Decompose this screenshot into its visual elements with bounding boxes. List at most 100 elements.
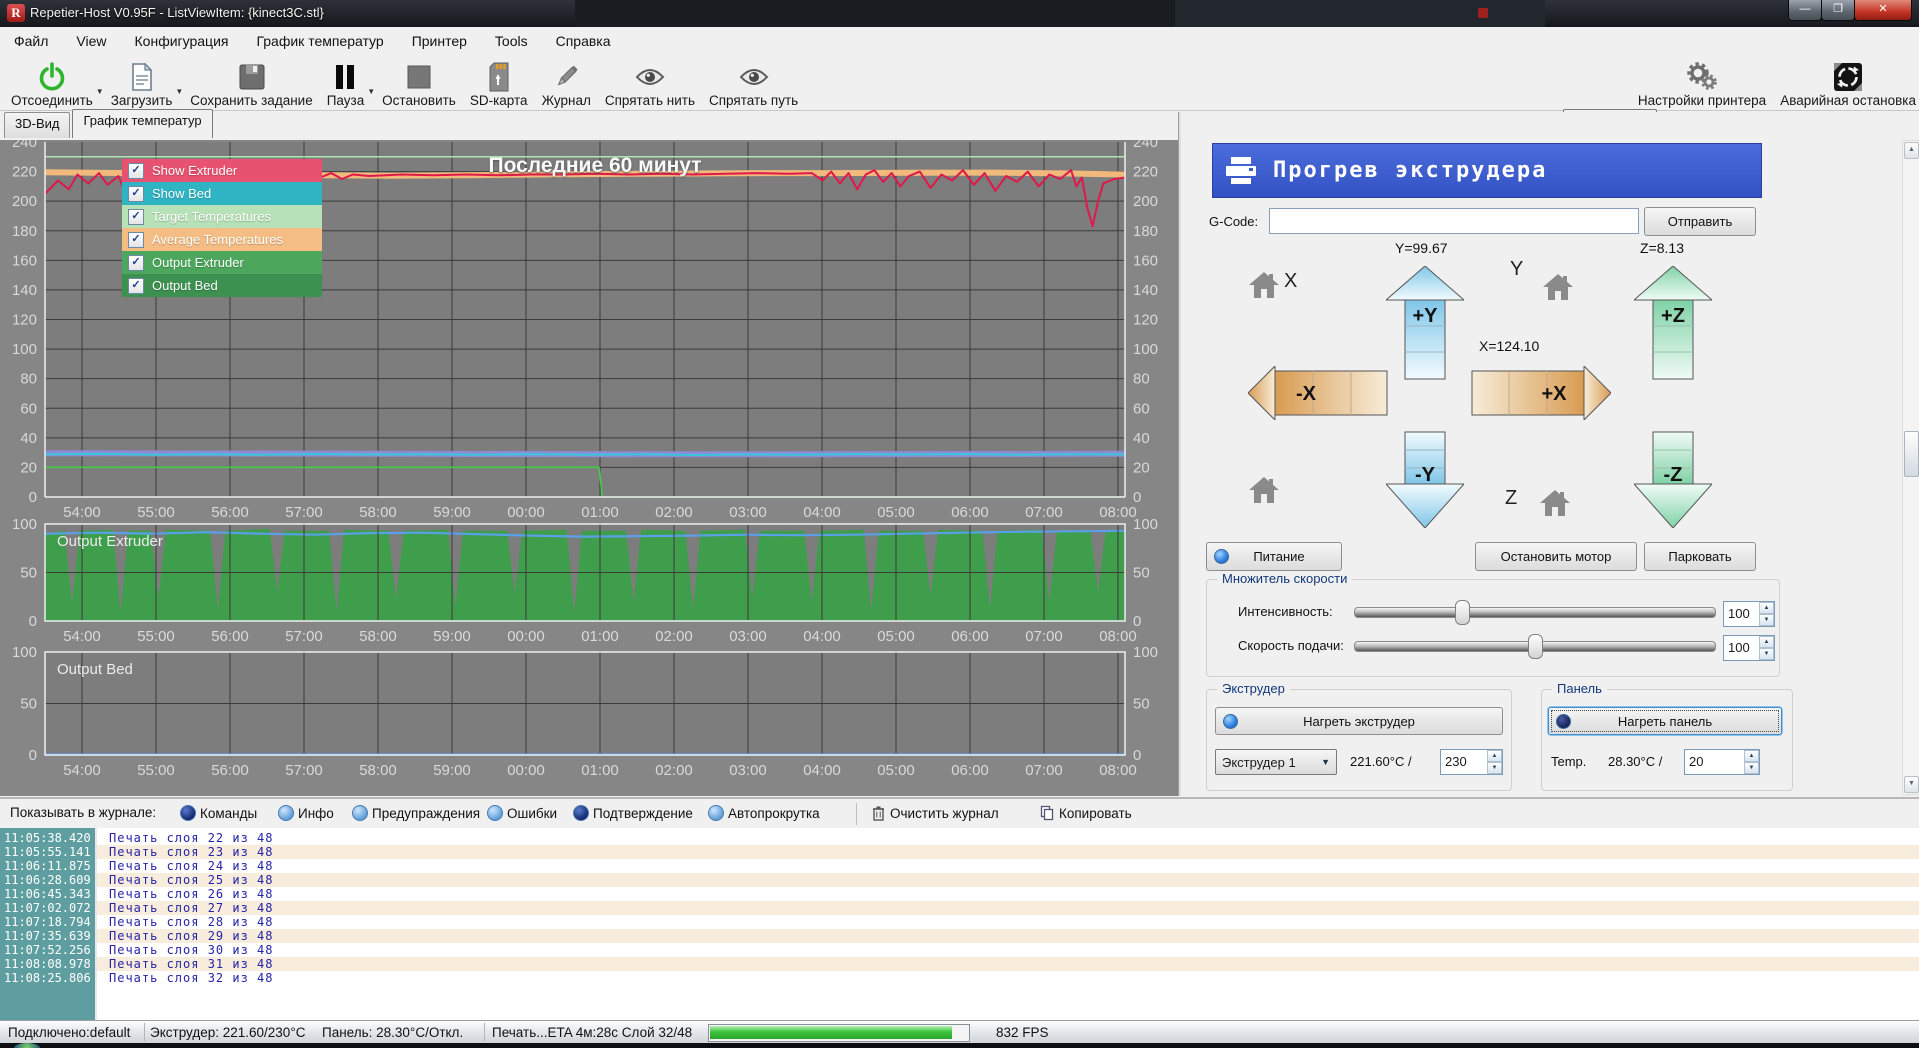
- minimize-button[interactable]: —: [1788, 0, 1822, 21]
- home-y-icon[interactable]: [1543, 274, 1573, 301]
- intensity-slider-thumb[interactable]: [1455, 600, 1470, 625]
- menu-temperature-chart[interactable]: График температур: [256, 33, 383, 49]
- pause-dropdown-caret[interactable]: ▼: [367, 87, 375, 96]
- legend-item: ✓Show Bed: [122, 182, 322, 205]
- log-filter-6[interactable]: Автопрокрутка: [708, 805, 820, 821]
- legend-checkbox[interactable]: ✓: [128, 209, 144, 225]
- svg-text:120: 120: [12, 312, 37, 329]
- menu-help[interactable]: Справка: [556, 33, 611, 49]
- spinner-arrows-icon[interactable]: ▲▼: [1744, 750, 1759, 774]
- home-x-icon[interactable]: [1249, 272, 1279, 299]
- window-title: Repetier-Host V0.95F - ListViewItem: {ki…: [30, 5, 324, 20]
- log-filter-5[interactable]: Подтверждение: [573, 805, 693, 821]
- menu-file[interactable]: Файл: [14, 33, 48, 49]
- svg-text:58:00: 58:00: [359, 504, 397, 521]
- status-job: Печать...ETA 4м:28с Слой 32/48: [492, 1025, 692, 1040]
- legend-checkbox[interactable]: ✓: [128, 186, 144, 202]
- scrollbar-thumb[interactable]: [1904, 431, 1919, 477]
- svg-text:55:00: 55:00: [137, 762, 175, 779]
- sd-card-button[interactable]: SD-карта: [463, 54, 535, 110]
- jog-minus-z-button[interactable]: -Z: [1634, 431, 1712, 528]
- maximize-button[interactable]: ❐: [1821, 0, 1855, 21]
- heat-extruder-button[interactable]: Нагреть экструдер: [1215, 707, 1503, 735]
- log-message: Печать слоя 24 из 48: [97, 859, 1919, 873]
- svg-text:55:00: 55:00: [137, 504, 175, 521]
- control-panel-scrollbar[interactable]: ▲ ▼: [1902, 140, 1919, 795]
- hide-filament-button[interactable]: Спрятать нить: [598, 54, 702, 110]
- extruder-select[interactable]: Экструдер 1▼: [1215, 749, 1337, 775]
- svg-text:+Y: +Y: [1412, 305, 1438, 327]
- log-list[interactable]: 11:05:38.420Печать слоя 22 из 4811:05:55…: [0, 828, 1919, 1020]
- log-button[interactable]: Журнал: [535, 54, 598, 110]
- tab-temperature-chart[interactable]: График температур: [72, 109, 212, 138]
- clear-log-button[interactable]: Очистить журнал: [872, 805, 999, 821]
- menu-configuration[interactable]: Конфигурация: [135, 33, 229, 49]
- chart-title: Последние 60 минут: [380, 154, 810, 178]
- intensity-slider[interactable]: [1354, 607, 1716, 618]
- log-filter-2[interactable]: Инфо: [278, 805, 334, 821]
- tab-3d-view[interactable]: 3D-Вид: [4, 112, 70, 138]
- title-bar[interactable]: R Repetier-Host V0.95F - ListViewItem: {…: [0, 0, 1919, 27]
- legend-checkbox[interactable]: ✓: [128, 255, 144, 271]
- gcode-input[interactable]: [1269, 208, 1639, 234]
- emergency-stop-button[interactable]: Аварийная остановка: [1773, 54, 1919, 110]
- log-filter-4[interactable]: Ошибки: [487, 805, 557, 821]
- menu-tools[interactable]: Tools: [495, 33, 528, 49]
- disconnect-button[interactable]: Отсоединить: [4, 54, 100, 110]
- log-filter-1[interactable]: Команды: [180, 805, 257, 821]
- jog-plus-x-button[interactable]: +X: [1471, 366, 1611, 420]
- spinner-arrows-icon[interactable]: ▲▼: [1487, 750, 1502, 774]
- bed-current-temp: 28.30°C /: [1608, 754, 1662, 769]
- jog-minus-y-button[interactable]: -Y: [1386, 431, 1464, 528]
- svg-text:50: 50: [1133, 565, 1150, 582]
- pause-button[interactable]: Пауза: [320, 54, 372, 110]
- jog-minus-x-button[interactable]: -X: [1248, 366, 1388, 420]
- sd-card-icon: [487, 61, 511, 93]
- bed-heat-led-icon: [1556, 714, 1571, 729]
- send-button[interactable]: Отправить: [1644, 207, 1756, 236]
- disconnect-dropdown-caret[interactable]: ▼: [96, 87, 104, 96]
- spinner-arrows-icon[interactable]: ▲▼: [1759, 636, 1774, 660]
- feedrate-slider[interactable]: [1354, 641, 1716, 652]
- svg-text:0: 0: [29, 747, 37, 764]
- feedrate-spinner[interactable]: 100 ▲▼: [1723, 635, 1775, 661]
- log-timestamp: 11:08:25.806: [0, 971, 97, 985]
- intensity-spinner[interactable]: 100 ▲▼: [1723, 601, 1775, 627]
- legend-checkbox[interactable]: ✓: [128, 278, 144, 294]
- legend-checkbox[interactable]: ✓: [128, 232, 144, 248]
- extruder-target-spinner[interactable]: 230 ▲▼: [1440, 749, 1503, 775]
- stop-motor-button[interactable]: Остановить мотор: [1475, 542, 1637, 571]
- extruder-group: Экструдер Нагреть экструдер Экструдер 1▼…: [1206, 689, 1512, 791]
- legend-checkbox[interactable]: ✓: [128, 163, 144, 179]
- scroll-down-icon[interactable]: ▼: [1904, 776, 1919, 793]
- stop-button[interactable]: Остановить: [375, 54, 463, 110]
- jog-plus-y-button[interactable]: +Y: [1386, 266, 1464, 380]
- bed-target-spinner[interactable]: 20 ▲▼: [1684, 749, 1760, 775]
- save-job-button[interactable]: Сохранить задание: [183, 54, 319, 110]
- main-toolbar: Отсоединить ▼ Загрузить ▼ Сохранить зада…: [0, 54, 1919, 111]
- load-button[interactable]: Загрузить: [104, 54, 180, 110]
- home-z-icon[interactable]: [1540, 490, 1570, 517]
- svg-text:100: 100: [12, 644, 37, 661]
- log-filter-3[interactable]: Предупраждения: [352, 805, 480, 821]
- extruder-current-temp: 221.60°C /: [1350, 754, 1412, 769]
- pause-icon: [334, 61, 356, 93]
- hide-travel-button[interactable]: Спрятать путь: [702, 54, 805, 110]
- home-all-icon[interactable]: [1249, 477, 1279, 504]
- menu-view[interactable]: View: [76, 33, 106, 49]
- power-button[interactable]: Питание: [1206, 542, 1342, 571]
- spinner-arrows-icon[interactable]: ▲▼: [1759, 602, 1774, 626]
- heat-bed-button[interactable]: Нагреть панель: [1548, 707, 1782, 735]
- park-button[interactable]: Парковать: [1644, 542, 1756, 571]
- printer-settings-button[interactable]: Настройки принтера: [1631, 54, 1773, 110]
- close-button[interactable]: ✕: [1854, 0, 1912, 21]
- svg-text:01:00: 01:00: [581, 504, 619, 521]
- jog-plus-z-button[interactable]: +Z: [1634, 266, 1712, 380]
- z-axis-letter: Z: [1505, 487, 1517, 510]
- menu-printer[interactable]: Принтер: [412, 33, 467, 49]
- svg-text:54:00: 54:00: [63, 762, 101, 779]
- feedrate-slider-thumb[interactable]: [1528, 634, 1543, 659]
- load-dropdown-caret[interactable]: ▼: [175, 87, 183, 96]
- scroll-up-icon[interactable]: ▲: [1904, 142, 1919, 159]
- copy-log-button[interactable]: Копировать: [1040, 805, 1132, 821]
